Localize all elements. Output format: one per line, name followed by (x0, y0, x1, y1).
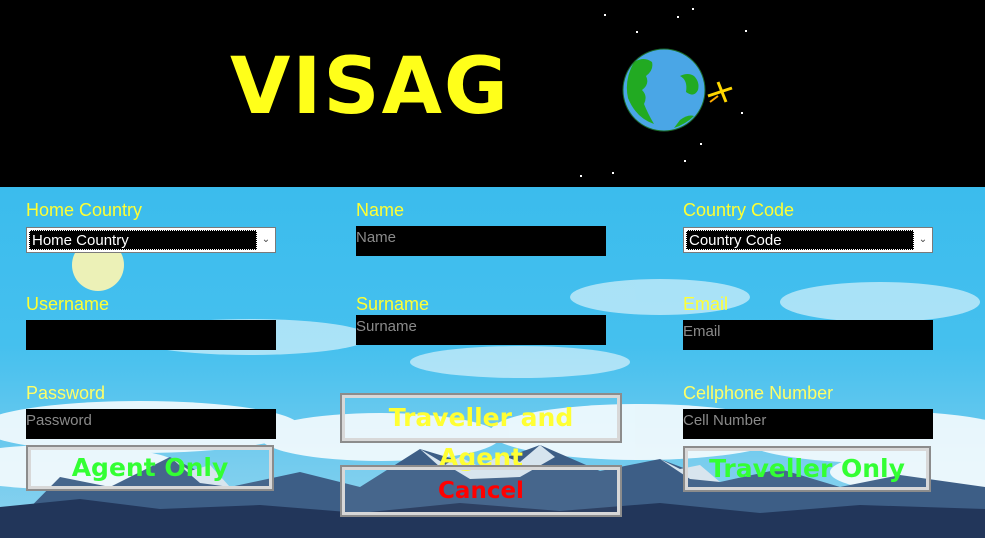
surname-input[interactable] (356, 315, 606, 345)
name-input[interactable] (356, 226, 606, 256)
star (612, 172, 614, 174)
email-label: Email (683, 294, 729, 314)
email-field-box (683, 320, 933, 350)
email-input[interactable] (683, 320, 933, 350)
username-field-box (26, 320, 276, 350)
cancel-label: Cancel (438, 478, 524, 504)
registration-form: Home Country Home Country ⌄ Name Country… (0, 187, 985, 538)
country-code-select[interactable]: Country Code ⌄ (683, 227, 933, 253)
surname-label: Surname (356, 294, 430, 314)
globe-icon (622, 48, 733, 132)
traveller-and-agent-button[interactable]: Traveller and Agent (340, 393, 622, 472)
star (636, 31, 638, 33)
star (677, 16, 679, 18)
home-country-select[interactable]: Home Country ⌄ (26, 227, 276, 253)
star (745, 30, 747, 32)
star (692, 8, 694, 10)
password-field-box (26, 409, 276, 439)
cancel-button[interactable]: Cancel (340, 465, 622, 517)
country-code-label: Country Code (683, 200, 795, 220)
agent-only-button[interactable]: Agent Only (26, 445, 274, 491)
star (700, 143, 702, 145)
traveller-only-button[interactable]: Traveller Only (683, 446, 931, 492)
home-country-selected-value: Home Country (29, 230, 257, 250)
username-input[interactable] (26, 320, 276, 350)
country-code-selected-value: Country Code (686, 230, 914, 250)
name-label: Name (356, 200, 405, 220)
cellphone-field-box (683, 409, 933, 439)
app-logo-title: VISAG (230, 42, 510, 132)
username-label: Username (26, 294, 110, 314)
traveller-and-agent-label: Traveller and Agent (388, 403, 574, 472)
traveller-only-label: Traveller Only (709, 454, 905, 483)
chevron-down-icon[interactable]: ⌄ (260, 232, 272, 248)
name-field-box (356, 226, 606, 256)
chevron-down-icon[interactable]: ⌄ (917, 232, 929, 248)
agent-only-label: Agent Only (71, 453, 229, 482)
star (580, 175, 582, 177)
password-input[interactable] (26, 409, 276, 439)
star (604, 14, 606, 16)
cellphone-label: Cellphone Number (683, 383, 834, 403)
home-country-label: Home Country (26, 200, 143, 220)
surname-field-box (356, 315, 606, 345)
header-banner: VISAG (0, 0, 985, 187)
cellphone-input[interactable] (683, 409, 933, 439)
star (684, 160, 686, 162)
password-label: Password (26, 383, 106, 403)
